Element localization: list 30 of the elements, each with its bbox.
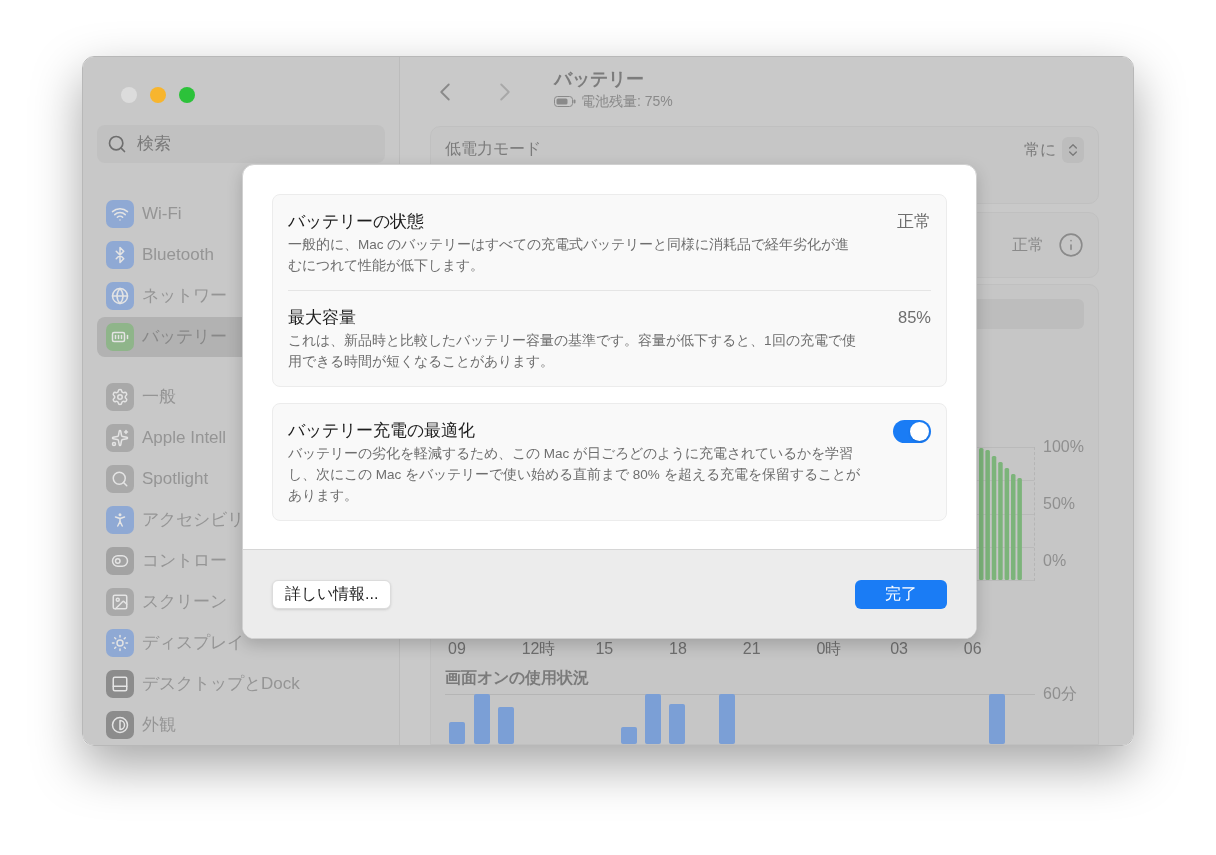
- item-title: バッテリー充電の最適化: [288, 420, 476, 441]
- axis-label: 15: [594, 639, 615, 659]
- item-value: 85%: [897, 307, 931, 328]
- axis-label: 21: [741, 639, 762, 659]
- more-info-button[interactable]: 詳しい情報...: [272, 579, 392, 609]
- axis-label: 0時: [815, 639, 843, 659]
- search-icon: [107, 134, 127, 154]
- item-title: バッテリーの状態: [288, 211, 425, 232]
- zoom-button[interactable]: [179, 87, 195, 103]
- item-description: 一般的に、Mac のバッテリーはすべての充電式バッテリーと同様に消耗品で経年劣化が進むにつれて性能が低下します。: [288, 236, 851, 275]
- health-value: 正常: [1011, 235, 1044, 255]
- stepper-control[interactable]: [1061, 137, 1084, 163]
- done-button[interactable]: 完了: [855, 579, 947, 609]
- item-description: バッテリーの劣化を軽減するため、この Mac が日ごろどのように充電されているかを学習し、次にこの Mac をバッテリーで使い始める直前まで 80% を超える充電を保留することがあります。: [288, 445, 860, 505]
- axis-label: 18: [668, 639, 688, 659]
- axis-label: 03: [889, 639, 909, 659]
- setting-label: 低電力モード: [445, 139, 541, 159]
- page-title: バッテリー: [554, 68, 645, 91]
- item-value: 正常: [897, 211, 931, 232]
- search-field[interactable]: 検索: [97, 125, 385, 163]
- minimize-button[interactable]: [150, 87, 166, 103]
- setting-value: 常に: [1023, 140, 1056, 160]
- axis-label: 09: [447, 639, 467, 659]
- axis-label: 12時: [520, 639, 557, 659]
- axis-label: 06: [962, 639, 983, 659]
- battery-icon: [554, 96, 576, 107]
- toggle-switch[interactable]: [893, 420, 931, 443]
- battery-level-text: 電池残量: 75%: [581, 92, 673, 111]
- chart-title: 画面オンの使用状況: [445, 668, 590, 688]
- info-icon[interactable]: [1057, 232, 1084, 258]
